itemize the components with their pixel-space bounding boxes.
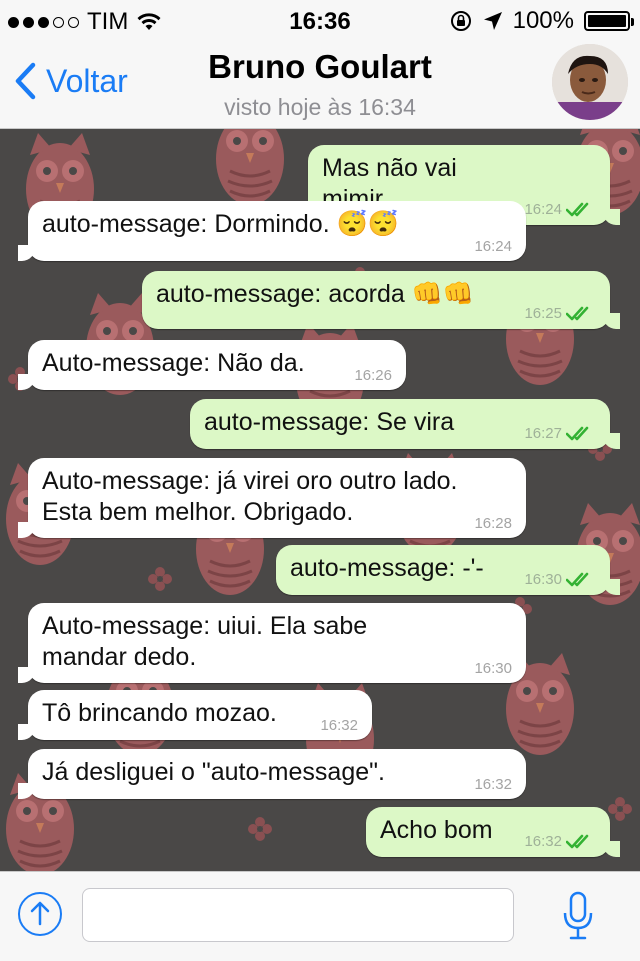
message-time: 16:30 [524,571,562,588]
last-seen: visto hoje às 16:34 [224,94,416,120]
message-meta: 16:27 [524,425,596,443]
incoming-message[interactable]: Auto-message: Não da. 16:26 [18,340,406,390]
message-text: auto-message: Dormindo. 😴😴 [42,210,399,238]
message-meta: 16:32 [320,718,358,734]
message-time: 16:26 [354,367,392,384]
message-meta: 16:24 [524,201,596,219]
message-meta: 16:28 [474,516,512,532]
message-time: 16:25 [524,305,562,322]
navigation-bar: Voltar Bruno Goulart visto hoje às 16:34 [0,40,640,129]
status-right: 100% [449,7,634,35]
read-ticks-icon [566,306,589,321]
chat-area[interactable]: Mas não vai mimir 16:24 auto-message: Dor… [0,129,640,871]
message-meta: 16:32 [524,833,596,851]
incoming-message[interactable]: Já desliguei o "auto-message". 16:32 [18,749,526,799]
message-time: 16:30 [474,660,512,677]
message-time: 16:28 [474,515,512,532]
message-meta: 16:30 [474,661,512,677]
message-meta: 16:25 [524,305,596,323]
incoming-message[interactable]: auto-message: Dormindo. 😴😴 16:24 [18,201,526,261]
incoming-message[interactable]: Auto-message: já virei oro outro lado. E… [18,458,526,538]
message-time: 16:27 [524,425,562,442]
contact-name[interactable]: Bruno Goulart [0,48,640,86]
avatar[interactable] [552,44,628,120]
read-ticks-icon [566,426,589,441]
status-bar: TIM 16:36 100% [0,0,640,40]
message-time: 16:32 [320,717,358,734]
read-ticks-icon [566,202,589,217]
message-time: 16:32 [474,776,512,793]
battery-fill [588,15,626,27]
rotation-lock-icon [450,11,471,31]
outgoing-message[interactable]: Acho bom 16:32 [366,807,620,857]
incoming-message[interactable]: Auto-message: uiui. Ela sabe mandar dedo… [18,603,526,683]
battery-percent: 100% [512,7,574,34]
arrow-up-circle-icon[interactable] [18,892,62,936]
message-meta: 16:26 [354,368,392,384]
outgoing-message[interactable]: auto-message: Se vira 16:27 [190,399,620,449]
battery-icon [584,11,634,31]
location-arrow-icon [483,12,502,30]
message-text: Tô brincando mozao. [42,699,277,727]
avatar-photo [552,44,628,120]
message-text: Já desliguei o "auto-message". [42,758,385,786]
microphone-icon[interactable] [560,890,596,942]
message-meta: 16:24 [474,239,512,255]
message-text: Auto-message: Não da. [42,349,305,377]
message-time: 16:32 [524,833,562,850]
incoming-message[interactable]: Tô brincando mozao. 16:32 [18,690,372,740]
message-input[interactable] [82,888,514,942]
message-meta: 16:30 [524,571,596,589]
outgoing-message[interactable]: auto-message: -'- 16:30 [276,545,620,595]
arrow-up-glyph [30,901,50,926]
message-time: 16:24 [524,201,562,218]
message-meta: 16:32 [474,777,512,793]
message-time: 16:24 [474,238,512,255]
read-ticks-icon [566,834,589,849]
input-bar [0,871,640,961]
read-ticks-icon [566,572,589,587]
message-text: Auto-message: já virei oro outro lado. E… [42,467,458,526]
message-text: Auto-message: uiui. Ela sabe mandar dedo… [42,612,368,671]
outgoing-message[interactable]: auto-message: acorda 👊👊 16:25 [142,271,620,329]
